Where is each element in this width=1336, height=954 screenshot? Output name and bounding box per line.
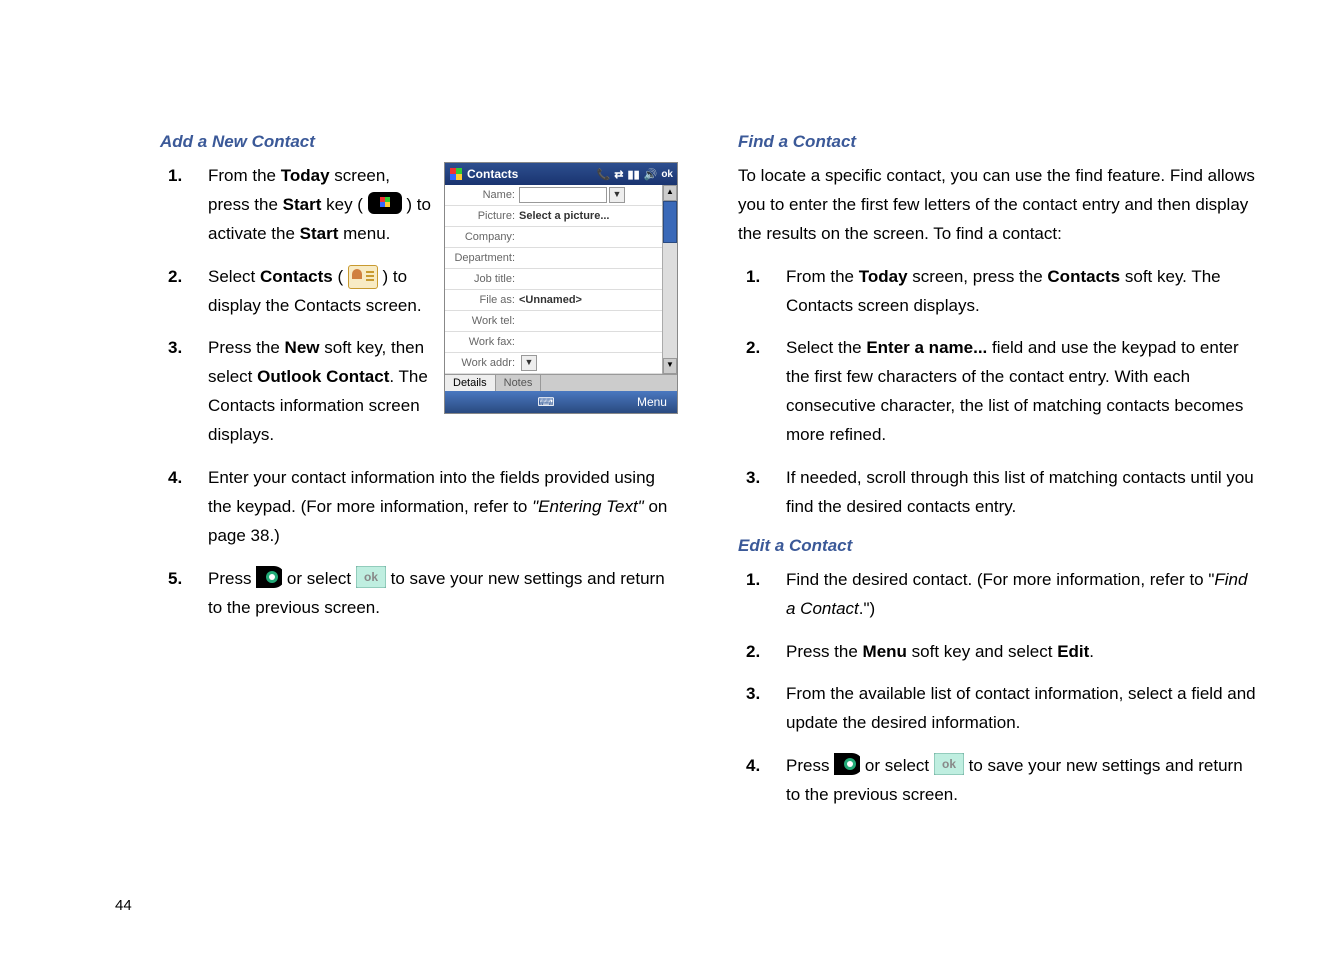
right-column: Find a Contact To locate a specific conta… bbox=[738, 120, 1256, 824]
step-text: Select the Enter a name... field and use… bbox=[786, 334, 1256, 450]
name-input[interactable] bbox=[519, 187, 607, 203]
step-number: 2. bbox=[738, 638, 786, 667]
field-label: Work addr: bbox=[445, 357, 519, 369]
action-circle-icon bbox=[834, 753, 860, 775]
phone-softkeys: ⌨ Menu bbox=[445, 391, 677, 413]
svg-text:ok: ok bbox=[942, 757, 956, 771]
form-row: Department: bbox=[445, 248, 662, 269]
chevron-down-icon[interactable]: ▼ bbox=[521, 355, 537, 371]
chevron-down-icon[interactable]: ▼ bbox=[609, 187, 625, 203]
section-title: Add a New Contact bbox=[160, 132, 678, 152]
step-text: Press the New soft key, then select Outl… bbox=[208, 334, 434, 450]
action-circle-icon bbox=[256, 566, 282, 588]
step-number: 5. bbox=[160, 565, 208, 594]
phone-status-icons: 📞 ⇄ ▮▮ 🔊 ok bbox=[597, 168, 673, 181]
field-label: Picture: bbox=[445, 210, 519, 222]
form-row: Work fax: bbox=[445, 332, 662, 353]
ok-button-icon: ok bbox=[934, 753, 964, 775]
list-item: 3.From the available list of contact inf… bbox=[738, 680, 1256, 738]
step-text: Enter your contact information into the … bbox=[208, 464, 678, 551]
step-text: Find the desired contact. (For more info… bbox=[786, 566, 1256, 624]
step-text: From the available list of contact infor… bbox=[786, 680, 1256, 738]
intro-text: To locate a specific contact, you can us… bbox=[738, 162, 1256, 249]
field-label: Job title: bbox=[445, 273, 519, 285]
ok-button-icon: ok bbox=[356, 566, 386, 588]
tab-notes[interactable]: Notes bbox=[496, 375, 542, 391]
svg-text:ok: ok bbox=[364, 570, 378, 584]
step-text: From the Today screen, press the Contact… bbox=[786, 263, 1256, 321]
contacts-screenshot: Contacts 📞 ⇄ ▮▮ 🔊 ok Name: ▼ Picture:Selec… bbox=[444, 162, 678, 414]
list-item: 1.From the Today screen, press the Start… bbox=[160, 162, 434, 249]
phone-icon: 📞 bbox=[597, 168, 611, 181]
left-column: Add a New Contact Contacts 📞 ⇄ ▮▮ 🔊 ok bbox=[160, 120, 678, 824]
keyboard-icon[interactable]: ⌨ bbox=[537, 395, 554, 409]
step-text: Press the Menu soft key and select Edit. bbox=[786, 638, 1256, 667]
signal-icon: ▮▮ bbox=[628, 168, 640, 181]
step-number: 2. bbox=[160, 263, 208, 292]
page-number: 44 bbox=[115, 897, 132, 914]
scroll-up-button[interactable]: ▲ bbox=[663, 185, 677, 201]
scroll-thumb[interactable] bbox=[663, 201, 677, 243]
contacts-card-icon bbox=[348, 265, 378, 289]
field-value[interactable]: <Unnamed> bbox=[519, 294, 582, 306]
field-label: Name: bbox=[445, 189, 519, 201]
form-row: File as:<Unnamed> bbox=[445, 290, 662, 311]
field-label: Company: bbox=[445, 231, 519, 243]
step-number: 3. bbox=[738, 680, 786, 709]
step-text: From the Today screen, press the Start k… bbox=[208, 162, 434, 249]
step-number: 1. bbox=[160, 162, 208, 191]
scrollbar[interactable]: ▲ ▼ bbox=[662, 185, 677, 374]
form-row: Work tel: bbox=[445, 311, 662, 332]
list-item: 2.Select Contacts ( ) to display the Con… bbox=[160, 263, 434, 321]
form-row: Job title: bbox=[445, 269, 662, 290]
start-flag-icon bbox=[368, 192, 402, 214]
field-label: Work tel: bbox=[445, 315, 519, 327]
form-row: Work addr:▼ bbox=[445, 353, 662, 374]
list-item: 2.Press the Menu soft key and select Edi… bbox=[738, 638, 1256, 667]
list-item: 1.From the Today screen, press the Conta… bbox=[738, 263, 1256, 321]
section-title: Find a Contact bbox=[738, 132, 1256, 152]
step-text: Press or select ok to save your new sett… bbox=[208, 565, 678, 623]
tab-details[interactable]: Details bbox=[445, 375, 496, 391]
list-item: 2.Select the Enter a name... field and u… bbox=[738, 334, 1256, 450]
step-number: 1. bbox=[738, 263, 786, 292]
step-number: 4. bbox=[738, 752, 786, 781]
scroll-down-button[interactable]: ▼ bbox=[663, 358, 677, 374]
field-label: Work fax: bbox=[445, 336, 519, 348]
form-row: Picture:Select a picture... bbox=[445, 206, 662, 227]
ok-status-icon: ok bbox=[661, 169, 673, 180]
step-number: 3. bbox=[738, 464, 786, 493]
field-label: Department: bbox=[445, 252, 519, 264]
step-number: 1. bbox=[738, 566, 786, 595]
field-value[interactable]: Select a picture... bbox=[519, 210, 609, 222]
step-text: If needed, scroll through this list of m… bbox=[786, 464, 1256, 522]
field-label: File as: bbox=[445, 294, 519, 306]
volume-icon: 🔊 bbox=[644, 168, 658, 181]
form-row: Company: bbox=[445, 227, 662, 248]
list-item: 4.Enter your contact information into th… bbox=[160, 464, 678, 551]
list-item: 3.If needed, scroll through this list of… bbox=[738, 464, 1256, 522]
sync-icon: ⇄ bbox=[614, 168, 623, 181]
phone-titlebar: Contacts 📞 ⇄ ▮▮ 🔊 ok bbox=[445, 163, 677, 185]
step-text: Select Contacts ( ) to display the Conta… bbox=[208, 263, 434, 321]
step-number: 4. bbox=[160, 464, 208, 493]
step-text: Press or select ok to save your new sett… bbox=[786, 752, 1256, 810]
list-item: 3.Press the New soft key, then select Ou… bbox=[160, 334, 434, 450]
step-number: 2. bbox=[738, 334, 786, 363]
step-number: 3. bbox=[160, 334, 208, 363]
windows-flag-icon bbox=[449, 167, 463, 181]
list-item: 5.Press or select ok to save your new se… bbox=[160, 565, 678, 623]
phone-title: Contacts bbox=[467, 167, 518, 181]
section-title: Edit a Contact bbox=[738, 536, 1256, 556]
list-item: 1.Find the desired contact. (For more in… bbox=[738, 566, 1256, 624]
form-row: Name: ▼ bbox=[445, 185, 662, 206]
softkey-right[interactable]: Menu bbox=[637, 395, 667, 409]
list-item: 4.Press or select ok to save your new se… bbox=[738, 752, 1256, 810]
